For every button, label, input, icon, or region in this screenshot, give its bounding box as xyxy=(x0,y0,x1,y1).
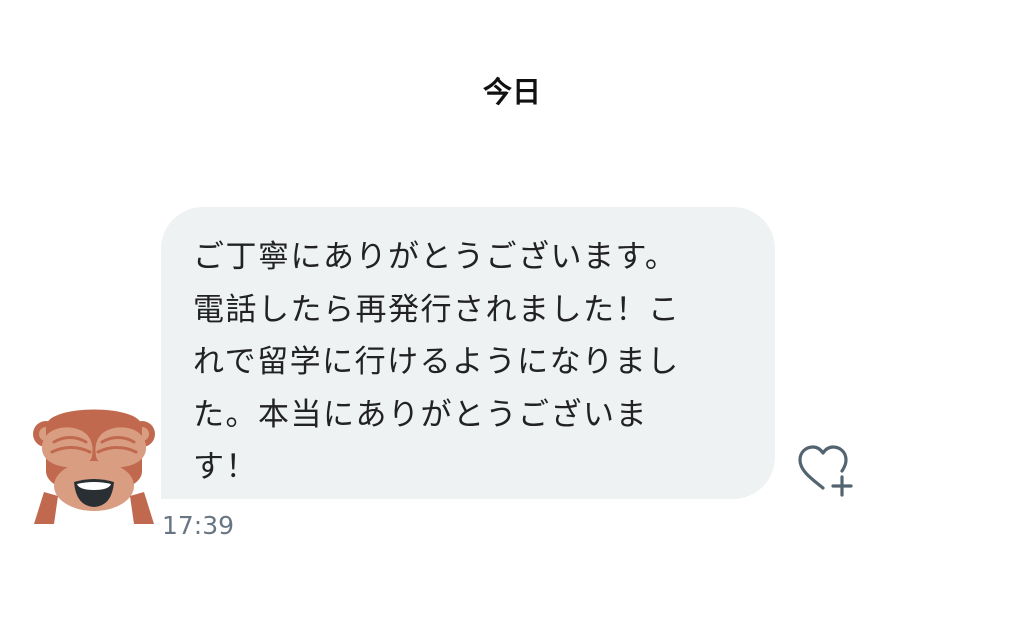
message-bubble[interactable]: ご丁寧にありがとうございます。 電話したら再発行されました！こ れで留学に行ける… xyxy=(161,207,775,499)
like-button[interactable] xyxy=(796,444,856,500)
sender-avatar[interactable] xyxy=(32,400,156,524)
message-timestamp: 17:39 xyxy=(162,511,235,540)
see-no-evil-monkey-icon xyxy=(33,409,155,524)
heart-plus-icon xyxy=(798,445,853,497)
date-header: 今日 xyxy=(482,75,541,109)
message-text: ご丁寧にありがとうございます。 電話したら再発行されました！こ れで留学に行ける… xyxy=(193,239,681,485)
